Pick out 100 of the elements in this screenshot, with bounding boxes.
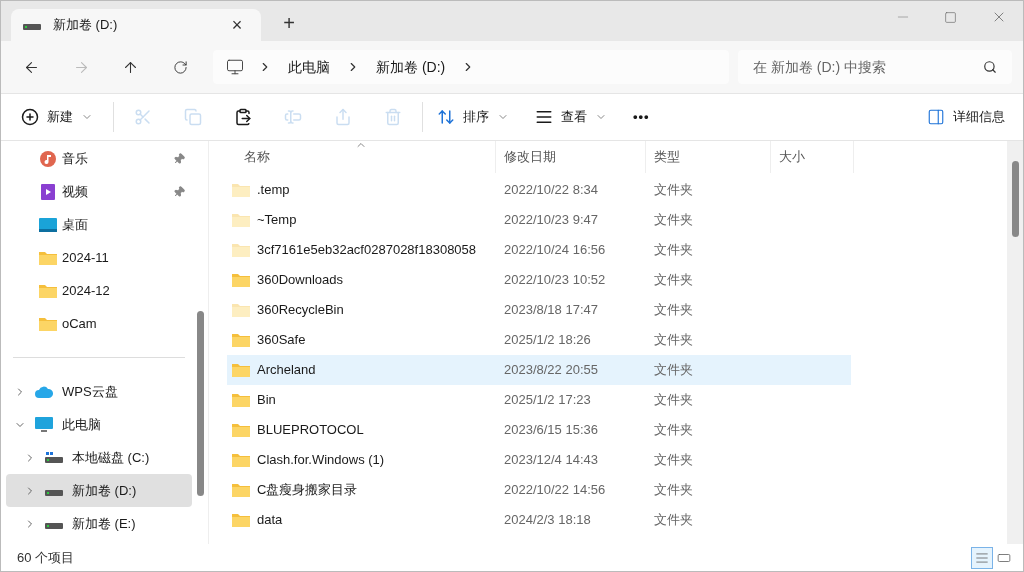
file-row[interactable]: BLUEPROTOCOL 2023/6/15 15:36 文件夹 — [227, 415, 851, 445]
address-bar[interactable]: 此电脑 新加卷 (D:) — [213, 50, 729, 84]
details-pane-icon — [927, 108, 945, 126]
scrollbar[interactable] — [1007, 141, 1023, 544]
file-row[interactable]: 360RecycleBin 2023/8/18 17:47 文件夹 — [227, 295, 851, 325]
file-type: 文件夹 — [653, 181, 694, 200]
modified-date: 2023/12/4 14:43 — [503, 451, 599, 470]
breadcrumb[interactable]: 此电脑 — [288, 56, 330, 78]
folder-icon — [232, 183, 250, 197]
tab-title: 新加卷 (D:) — [53, 16, 119, 35]
folder-icon — [39, 250, 57, 265]
file-type: 文件夹 — [653, 211, 694, 230]
file-row[interactable]: Bin 2025/1/2 17:23 文件夹 — [227, 385, 851, 415]
close-tab-button[interactable]: × — [225, 11, 249, 39]
more-button[interactable]: ••• — [623, 100, 660, 134]
sidebar-item[interactable]: oCam — [1, 307, 197, 340]
monitor-icon — [226, 58, 244, 76]
file-type: 文件夹 — [653, 421, 694, 440]
file-row[interactable]: 360Downloads 2022/10/23 10:52 文件夹 — [227, 265, 851, 295]
folder-icon — [232, 303, 250, 317]
modified-date: 2024/2/3 18:18 — [503, 511, 592, 530]
folder-icon — [232, 393, 250, 407]
folder-icon — [232, 513, 250, 527]
column-header[interactable]: 大小 — [771, 141, 854, 173]
column-header[interactable]: 类型 — [646, 141, 771, 173]
search-field[interactable]: 在 新加卷 (D:) 中搜索 — [738, 50, 1012, 84]
sidebar-item[interactable]: 新加卷 (E:) — [6, 507, 192, 540]
lines-icon — [535, 108, 553, 126]
modified-date: 2023/8/22 20:55 — [503, 361, 599, 380]
breadcrumb[interactable]: 新加卷 (D:) — [376, 56, 446, 78]
list-icon — [975, 550, 989, 565]
search-input[interactable]: 在 新加卷 (D:) 中搜索 — [753, 56, 983, 78]
sidebar-item[interactable]: 2024-11 — [1, 241, 197, 274]
sidebar-item[interactable]: WPS云盘 — [6, 375, 192, 408]
sidebar-label: WPS云盘 — [62, 382, 118, 401]
sidebar-label: 新加卷 (D:) — [72, 481, 137, 500]
sidebar-item[interactable]: 视频 — [1, 175, 197, 208]
file-type: 文件夹 — [653, 361, 694, 380]
folder-icon — [232, 213, 250, 227]
column-header[interactable]: 修改日期 — [496, 141, 646, 173]
file-row[interactable]: Archeland 2023/8/22 20:55 文件夹 — [227, 355, 851, 385]
paste-icon — [234, 108, 252, 126]
file-type: 文件夹 — [653, 241, 694, 260]
file-row[interactable]: .temp 2022/10/22 8:34 文件夹 — [227, 175, 851, 205]
file-type: 文件夹 — [653, 481, 694, 500]
modified-date: 2023/6/15 15:36 — [503, 421, 599, 440]
sidebar-item[interactable]: 音乐 — [1, 142, 197, 175]
file-name: Bin — [257, 391, 276, 410]
sidebar-label: 音乐 — [62, 149, 89, 168]
modified-date: 2023/8/18 17:47 — [503, 301, 599, 320]
file-row[interactable]: C盘瘦身搬家目录 2022/10/22 14:56 文件夹 — [227, 475, 851, 505]
monitor-icon — [35, 416, 53, 433]
folder-icon — [232, 273, 250, 287]
folder-icon — [232, 363, 250, 377]
new-tab-button[interactable]: + — [273, 8, 305, 36]
sidebar-label: 本地磁盘 (C:) — [72, 448, 150, 467]
tab[interactable]: 新加卷 (D:) × — [11, 9, 261, 41]
column-header[interactable]: 名称 — [227, 141, 496, 173]
file-name: Archeland — [257, 361, 316, 380]
modified-date: 2022/10/23 9:47 — [503, 211, 599, 230]
modified-date: 2022/10/22 8:34 — [503, 181, 599, 200]
modified-date: 2025/1/2 17:23 — [503, 391, 592, 410]
sidebar-item[interactable]: 此电脑 — [6, 408, 192, 441]
file-type: 文件夹 — [653, 451, 694, 470]
search-icon — [983, 60, 997, 74]
file-row[interactable]: ~Temp 2022/10/23 9:47 文件夹 — [227, 205, 851, 235]
desktop-icon — [39, 217, 57, 232]
maximize-icon[interactable] — [944, 10, 957, 24]
refresh-icon[interactable] — [173, 59, 188, 75]
folder-icon — [232, 243, 250, 257]
details-button[interactable]: 详细信息 — [919, 100, 1013, 134]
file-name: BLUEPROTOCOL — [257, 421, 364, 440]
sidebar-item[interactable]: 新加卷 (D:) — [6, 474, 192, 507]
rename-icon — [284, 108, 302, 126]
sort-icon — [437, 108, 455, 126]
new-button[interactable]: 新建 — [11, 100, 103, 134]
sidebar-label: 视频 — [62, 182, 89, 201]
details-view-button[interactable] — [971, 546, 993, 569]
sort-button[interactable]: 排序 — [427, 100, 519, 134]
modified-date: 2022/10/24 16:56 — [503, 241, 607, 260]
file-row[interactable]: Clash.for.Windows (1) 2023/12/4 14:43 文件夹 — [227, 445, 851, 475]
file-row[interactable]: 360Safe 2025/1/2 18:26 文件夹 — [227, 325, 851, 355]
copy-icon — [184, 108, 202, 126]
modified-date: 2025/1/2 18:26 — [503, 331, 592, 350]
sidebar-label: 此电脑 — [62, 415, 101, 434]
file-name: 360Safe — [257, 331, 306, 350]
file-row[interactable]: data 2024/2/3 18:18 文件夹 — [227, 505, 851, 535]
sidebar-item[interactable]: 本地磁盘 (C:) — [6, 441, 192, 474]
folder-icon — [232, 483, 250, 497]
view-button[interactable]: 查看 — [525, 100, 617, 134]
plus-icon — [21, 108, 39, 126]
sidebar-item[interactable]: 2024-12 — [1, 274, 197, 307]
video-icon — [40, 183, 56, 200]
file-type: 文件夹 — [653, 301, 694, 320]
file-type: 文件夹 — [653, 331, 694, 350]
music-note-icon — [40, 150, 56, 167]
folder-icon — [232, 423, 250, 437]
sidebar-item[interactable]: 桌面 — [1, 208, 197, 241]
file-name: 360Downloads — [257, 271, 343, 290]
file-row[interactable]: 3cf7161e5eb32acf0287028f18308058 2022/10/24 16:56 文件夹 — [227, 235, 851, 265]
